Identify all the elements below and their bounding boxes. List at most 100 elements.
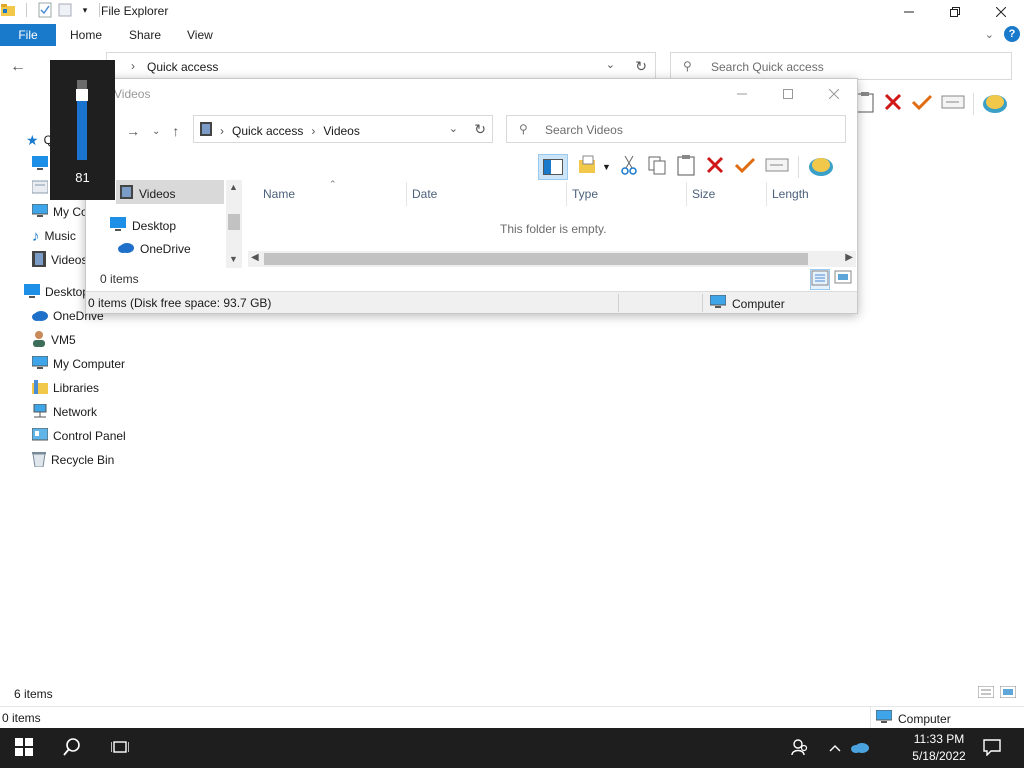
tree-item-desktop[interactable]: Desktop xyxy=(110,217,176,234)
volume-thumb[interactable] xyxy=(76,89,88,101)
scroll-down-icon[interactable]: ▼ xyxy=(229,254,238,264)
details-view-icon[interactable] xyxy=(810,269,830,290)
tree-scrollbar[interactable]: ▲ ▼ xyxy=(226,180,242,268)
sidebar-item-libraries[interactable]: Libraries xyxy=(32,378,99,398)
minimize-button[interactable] xyxy=(719,79,765,109)
scroll-right-icon[interactable]: ▶ xyxy=(845,252,853,263)
column-date[interactable]: Date xyxy=(412,187,437,201)
refresh-icon[interactable]: ↻ xyxy=(474,121,486,138)
minimize-button[interactable] xyxy=(886,0,932,24)
close-button[interactable] xyxy=(978,0,1024,24)
sidebar-item-network[interactable]: Network xyxy=(32,402,97,422)
tab-share[interactable]: Share xyxy=(129,28,161,42)
sidebar-item-recycle-bin[interactable]: Recycle Bin xyxy=(32,450,114,470)
checkmark-icon[interactable] xyxy=(911,92,933,115)
column-length[interactable]: Length xyxy=(772,187,809,201)
search-button[interactable] xyxy=(48,728,96,768)
paste-icon[interactable] xyxy=(676,154,696,179)
location-status: Computer xyxy=(875,709,951,727)
onedrive-tray-button[interactable] xyxy=(848,728,872,768)
scroll-left-icon[interactable]: ◀ xyxy=(251,252,259,263)
large-icons-view-icon[interactable] xyxy=(834,269,852,290)
details-view-icon[interactable] xyxy=(977,685,995,701)
sidebar-item-control-panel[interactable]: Control Panel xyxy=(31,426,126,446)
volume-slider[interactable] xyxy=(76,80,88,160)
column-type[interactable]: Type xyxy=(572,187,598,201)
windows-logo-icon xyxy=(15,737,33,759)
chevron-down-icon[interactable]: ▼ xyxy=(602,162,611,172)
restore-button[interactable] xyxy=(932,0,978,24)
refresh-icon[interactable]: ↻ xyxy=(635,58,647,75)
shell-icon[interactable] xyxy=(808,153,834,180)
sort-ascending-icon: ⌃ xyxy=(329,179,337,189)
customize-qat-icon[interactable]: ▾ xyxy=(77,2,93,18)
address-bar[interactable]: › Quick access › Videos ⌄ ↻ xyxy=(193,115,493,143)
start-button[interactable] xyxy=(0,728,48,768)
up-arrow-icon[interactable]: ↑ xyxy=(172,123,179,139)
sidebar-item-my-computer[interactable]: My Co xyxy=(31,202,88,222)
status-bar: 0 items (Disk free space: 93.7 GB) Compu… xyxy=(86,291,857,313)
rename-icon[interactable] xyxy=(765,156,789,177)
column-size[interactable]: Size xyxy=(692,187,715,201)
close-button[interactable] xyxy=(811,79,857,109)
scrollbar-thumb[interactable] xyxy=(264,253,808,265)
tab-view[interactable]: View xyxy=(187,28,213,42)
status-bar: 0 items Computer xyxy=(0,706,1024,729)
maximize-button[interactable] xyxy=(765,79,811,109)
scrollbar-thumb[interactable] xyxy=(228,214,240,230)
rename-icon[interactable] xyxy=(941,93,965,114)
scroll-up-icon[interactable]: ▲ xyxy=(229,182,238,192)
sidebar-item-my-computer-2[interactable]: My Computer xyxy=(31,354,125,374)
properties-icon[interactable] xyxy=(37,2,53,18)
sidebar-item-documents[interactable] xyxy=(31,178,49,198)
column-name[interactable]: Name xyxy=(263,187,295,201)
breadcrumb-quick-access[interactable]: Quick access xyxy=(232,124,303,138)
checkmark-icon[interactable] xyxy=(734,155,756,178)
chevron-down-icon[interactable]: ⌄ xyxy=(606,58,615,71)
folder-options-icon[interactable] xyxy=(577,155,599,178)
copy-icon[interactable] xyxy=(647,155,667,178)
address-bar[interactable]: Quick access › ⌄ ↻ xyxy=(106,52,656,80)
help-icon[interactable]: ? xyxy=(1004,26,1020,42)
new-folder-icon[interactable] xyxy=(57,2,73,18)
tab-file[interactable]: File xyxy=(0,24,56,46)
show-hidden-icons-button[interactable] xyxy=(824,728,846,768)
preview-pane-icon[interactable] xyxy=(538,153,568,180)
clock[interactable]: 11:33 PM 5/18/2022 xyxy=(900,731,978,765)
delete-icon[interactable] xyxy=(705,155,725,178)
shell-icon[interactable] xyxy=(982,90,1008,117)
chevron-down-icon[interactable]: ⌄ xyxy=(449,122,458,135)
sidebar-item-desktop[interactable] xyxy=(32,154,48,174)
breadcrumb-videos[interactable]: Videos xyxy=(323,124,359,138)
onedrive-icon xyxy=(850,740,870,757)
horizontal-scrollbar[interactable]: ◀ ▶ xyxy=(248,251,856,267)
sidebar-item-videos[interactable]: Videos xyxy=(32,250,87,270)
chevron-right-icon: › xyxy=(131,59,135,73)
search-input[interactable]: ⚲ Search Quick access xyxy=(670,52,1012,80)
folder-icon[interactable] xyxy=(0,2,16,18)
sidebar-item-desktop-root[interactable]: Desktop xyxy=(24,282,89,302)
desktop-icon xyxy=(24,283,40,301)
search-input[interactable]: ⚲ Search Videos xyxy=(506,115,846,143)
cut-icon[interactable] xyxy=(620,155,638,178)
action-center-button[interactable] xyxy=(978,728,1006,768)
delete-icon[interactable] xyxy=(883,92,903,115)
recent-locations-icon[interactable]: ⌄ xyxy=(152,126,160,137)
volume-fill xyxy=(77,95,87,160)
computer-icon xyxy=(31,355,49,373)
paste-icon[interactable] xyxy=(855,91,875,116)
disk-space-text: 0 items (Disk free space: 93.7 GB) xyxy=(88,296,272,310)
sidebar-item-music[interactable]: ♪ Music xyxy=(32,226,76,246)
forward-arrow-icon[interactable]: → xyxy=(126,123,140,139)
task-view-button[interactable] xyxy=(96,728,144,768)
people-button[interactable] xyxy=(786,728,814,768)
quick-access-toolbar: ▾ xyxy=(0,2,100,18)
large-icons-view-icon[interactable] xyxy=(999,685,1017,701)
tree-item-videos[interactable]: Videos xyxy=(120,185,175,202)
expand-ribbon-icon[interactable]: ⌄ xyxy=(985,28,994,41)
tree-item-onedrive[interactable]: OneDrive xyxy=(118,241,191,256)
chevron-right-icon: › xyxy=(220,123,224,138)
back-arrow-icon[interactable]: ← xyxy=(10,58,26,76)
tab-home[interactable]: Home xyxy=(70,28,102,42)
sidebar-item-vm5[interactable]: VM5 xyxy=(32,330,76,350)
